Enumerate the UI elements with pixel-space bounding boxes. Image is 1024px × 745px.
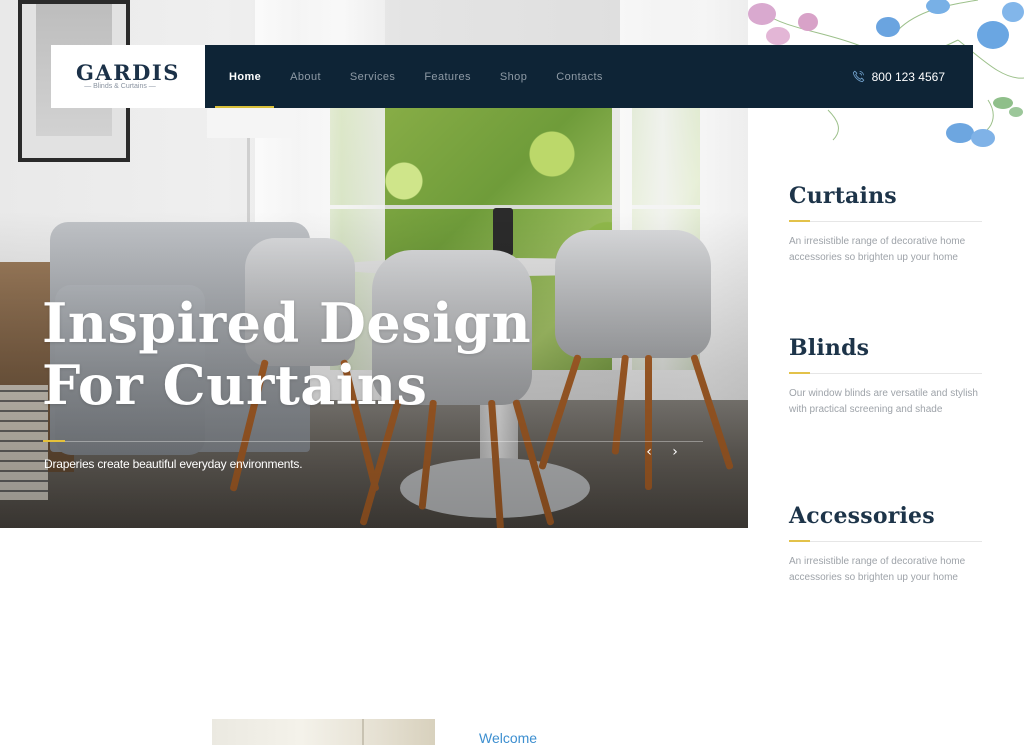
logo-name: GARDIS — [76, 60, 180, 85]
nav-active-indicator — [215, 106, 274, 108]
nav-item-label: Home — [229, 70, 262, 83]
phone-icon — [852, 70, 864, 83]
category-description: An irresistible range of decorative home… — [789, 236, 966, 263]
welcome-label: Welcome — [479, 730, 538, 745]
category-description: An irresistible range of decorative home… — [789, 556, 966, 583]
nav-list: Home About Services Features Shop Contac… — [205, 45, 608, 108]
nav-item-label: About — [290, 70, 321, 83]
category-divider — [789, 372, 982, 374]
nav-item-shop[interactable]: Shop — [476, 45, 527, 108]
nav-item-contacts[interactable]: Contacts — [532, 45, 603, 108]
category-curtains: Curtains An irresistible range of decora… — [789, 182, 982, 266]
category-title[interactable]: Accessories — [789, 502, 982, 530]
category-divider — [789, 540, 982, 542]
phone-link[interactable]: 800 123 4567 — [852, 45, 945, 108]
nav-item-label: Contacts — [556, 70, 603, 83]
category-blinds: Blinds Our window blinds are versatile a… — [789, 334, 982, 418]
logo[interactable]: GARDIS — Blinds & Curtains — — [51, 45, 205, 108]
slider-next-arrow-icon[interactable]: › — [666, 443, 684, 461]
nav-item-about[interactable]: About — [266, 45, 321, 108]
slider-prev-arrow-icon[interactable]: ‹ — [640, 443, 658, 461]
logo-tagline: — Blinds & Curtains — — [84, 83, 156, 90]
nav-item-label: Features — [424, 70, 471, 83]
category-accessories: Accessories An irresistible range of dec… — [789, 502, 982, 586]
hero-divider — [43, 441, 703, 442]
hero-title: Inspired Design For Curtains — [42, 292, 562, 416]
welcome-image — [212, 719, 435, 745]
nav-item-label: Services — [349, 70, 396, 83]
category-title[interactable]: Blinds — [789, 334, 982, 362]
nav-item-services[interactable]: Services — [326, 45, 395, 108]
nav-item-home[interactable]: Home — [205, 45, 274, 108]
nav-item-features[interactable]: Features — [400, 45, 471, 108]
hero-title-line-1: Inspired Design — [42, 291, 532, 355]
hero-divider-accent — [43, 440, 65, 442]
category-description: Our window blinds are versatile and styl… — [789, 388, 978, 415]
hero-subtitle: Draperies create beautiful everyday envi… — [44, 457, 303, 471]
hero-title-line-2: For Curtains — [42, 353, 428, 417]
category-divider — [789, 220, 982, 222]
category-title[interactable]: Curtains — [789, 182, 982, 210]
nav-item-label: Shop — [499, 70, 528, 83]
main-navigation: Home About Services Features Shop Contac… — [205, 45, 973, 108]
phone-number: 800 123 4567 — [871, 69, 945, 84]
